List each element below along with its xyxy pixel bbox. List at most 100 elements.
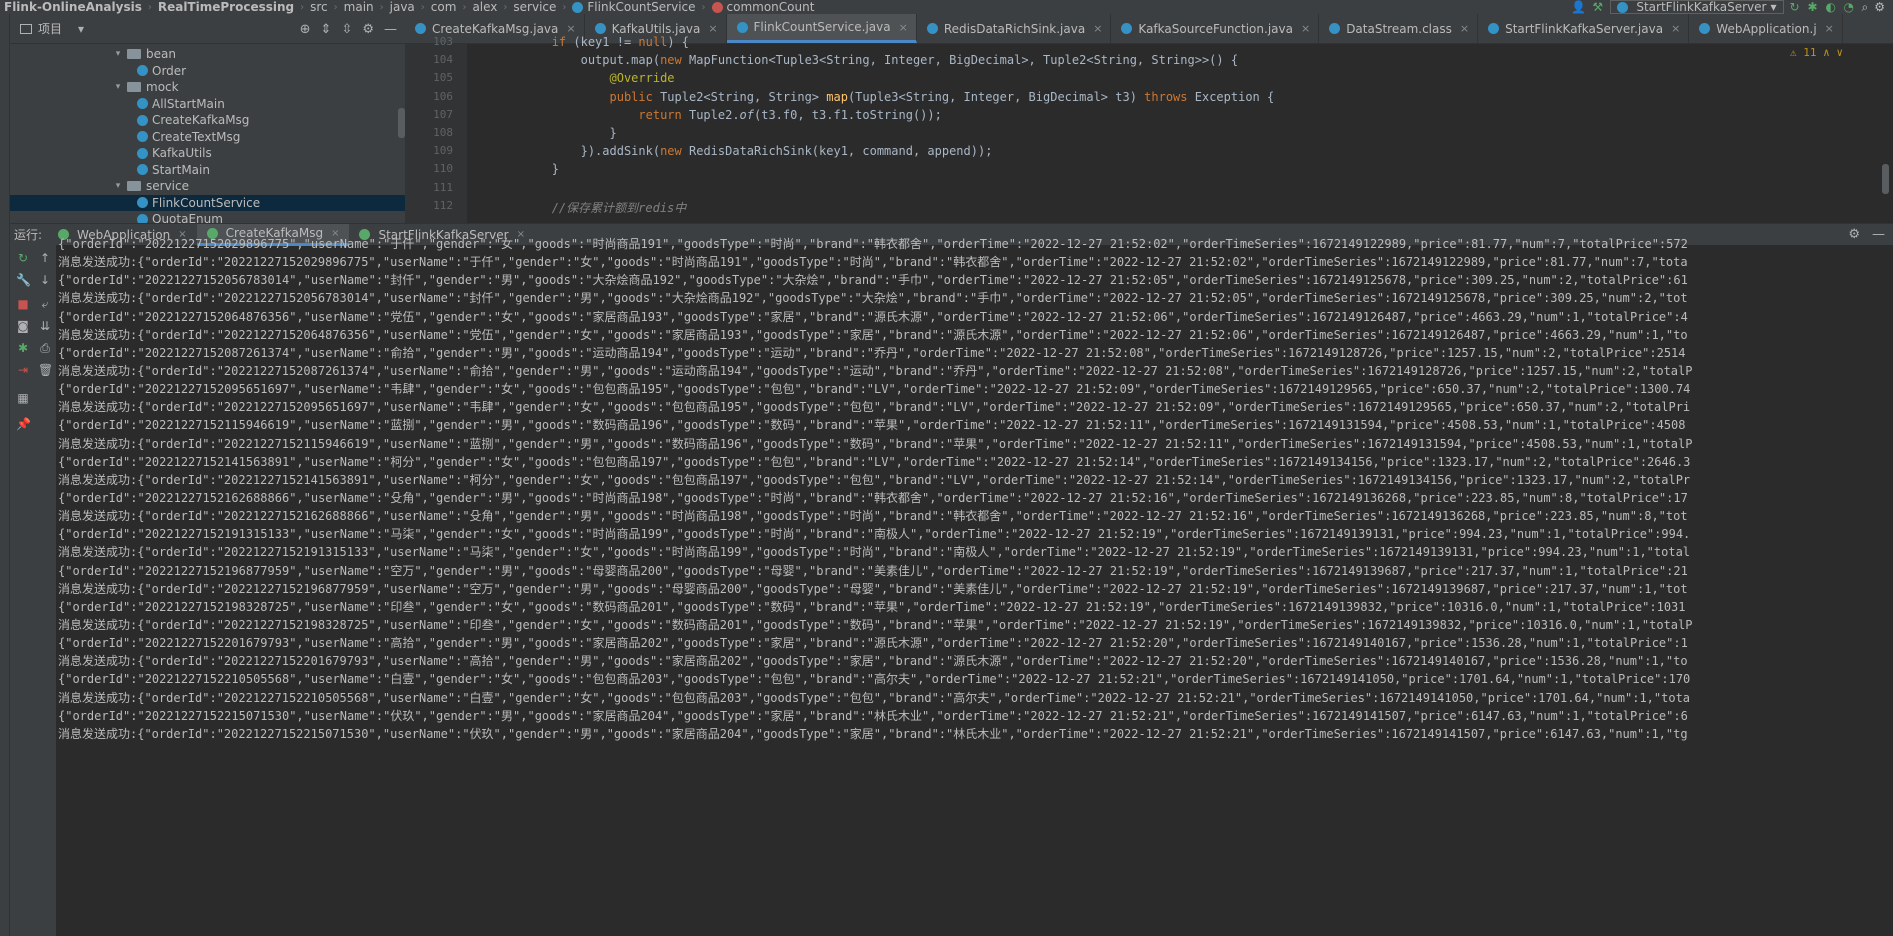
breadcrumb-service[interactable]: service xyxy=(509,0,560,14)
breadcrumb-class[interactable]: FlinkCountService xyxy=(568,0,699,14)
trash-icon[interactable]: 🗑 xyxy=(38,363,53,377)
exit-icon[interactable]: ⇥ xyxy=(16,363,30,377)
tree-item[interactable]: CreateKafkaMsg xyxy=(10,112,405,129)
rerun-icon[interactable]: ↻ xyxy=(16,251,30,265)
expand-all-icon[interactable]: ⇕ xyxy=(321,22,332,37)
breadcrumb-src[interactable]: src xyxy=(306,0,332,14)
close-icon[interactable]: × xyxy=(1460,22,1469,35)
editor-tab[interactable]: StartFlinkKafkaServer.java × xyxy=(1478,14,1690,43)
tree-item[interactable]: ▾ mock xyxy=(10,79,405,96)
dropdown-icon: ▾ xyxy=(1770,0,1777,14)
chevron-down-icon[interactable]: ▾ xyxy=(112,49,124,59)
breadcrumb-module[interactable]: RealTimeProcessing xyxy=(154,0,298,14)
code-area[interactable]: 103 104 105 106 107 108 109 110 111 112 if (key1 … xyxy=(405,35,1893,223)
rerun-icon[interactable]: ↻ xyxy=(1790,1,1802,13)
settings-icon[interactable]: ⚙ xyxy=(1874,0,1885,14)
tree-item[interactable]: AllStartMain xyxy=(10,96,405,113)
console-output[interactable]: {"orderId":"20221227152029896775","userN… xyxy=(56,235,1893,936)
tree-item[interactable]: QuotaEnum xyxy=(10,211,405,223)
code-line[interactable]: }).addSink(new RedisDataRichSink(key1, c… xyxy=(465,144,993,158)
hide-icon[interactable]: — xyxy=(384,22,397,37)
breadcrumb-method-label: commonCount xyxy=(726,0,815,14)
project-tree: ▾ bean Order ▾ mock AllStartMain CreateKafkaMs… xyxy=(10,44,405,223)
print-icon[interactable]: ⎙ xyxy=(38,341,52,355)
close-icon[interactable]: × xyxy=(708,22,717,35)
editor-tab[interactable]: FlinkCountService.java × xyxy=(726,14,917,43)
close-icon[interactable]: × xyxy=(899,21,908,34)
editor-tab[interactable]: DataStream.class × xyxy=(1319,14,1479,43)
tree-item[interactable]: KafkaUtils xyxy=(10,145,405,162)
editor-tab[interactable]: KafkaSourceFunction.java × xyxy=(1111,14,1320,43)
console-line: {"orderId":"20221227152056783014","userN… xyxy=(58,273,1688,288)
tree-item[interactable]: ▾ bean xyxy=(10,46,405,63)
breadcrumb-project[interactable]: Flink-OnlineAnalysis xyxy=(0,0,146,14)
class-icon xyxy=(572,1,584,13)
code-line[interactable]: @Override xyxy=(465,71,675,85)
user-icon[interactable]: 👤 xyxy=(1571,0,1586,14)
tree-item[interactable]: CreateTextMsg xyxy=(10,129,405,146)
class-icon xyxy=(415,23,426,34)
run-label: 运行: xyxy=(14,228,43,242)
code-line[interactable]: output.map(new MapFunction<Tuple3<String… xyxy=(465,53,1238,67)
chevron-down-icon[interactable]: ▾ xyxy=(112,181,124,191)
editor-tab-label: KafkaSourceFunction.java xyxy=(1138,21,1293,36)
code-line[interactable]: //保存累计额到redis中 xyxy=(465,199,687,216)
line-number: 106 xyxy=(433,89,453,103)
editor-scrollbar[interactable] xyxy=(1882,164,1889,194)
down-icon[interactable]: ↓ xyxy=(38,273,52,287)
breadcrumb-com[interactable]: com xyxy=(427,0,461,14)
code-line[interactable]: } xyxy=(465,162,559,176)
wrench-icon[interactable]: 🔧 xyxy=(16,273,31,287)
pin-icon[interactable]: 📌 xyxy=(16,417,31,431)
breadcrumb-alex[interactable]: alex xyxy=(468,0,501,14)
warning-indicator[interactable]: ⚠ 11 ∧ ∨ xyxy=(1790,46,1843,59)
toolbar-right: 👤 ⚒ StartFlinkKafkaServer ▾ ↻ ✱ ◐ ◔ ⌕ ⚙ xyxy=(1571,0,1893,14)
breadcrumb-java[interactable]: java xyxy=(386,0,419,14)
collapse-all-icon[interactable]: ⇳ xyxy=(341,22,352,37)
layout-icon[interactable]: ▦ xyxy=(16,391,30,405)
project-panel-title[interactable]: 项目 xyxy=(38,20,62,37)
stop-icon[interactable]: ■ xyxy=(16,297,30,311)
soft-wrap-icon[interactable]: ⤶ xyxy=(38,297,52,311)
build-hammer-icon[interactable]: ⚒ xyxy=(1592,1,1604,13)
editor-tab[interactable]: RedisDataRichSink.java × xyxy=(917,14,1112,43)
project-scrollbar[interactable] xyxy=(398,108,405,138)
chevron-down-icon[interactable]: ▾ xyxy=(112,82,124,92)
run-config-selector[interactable]: StartFlinkKafkaServer ▾ xyxy=(1610,0,1784,14)
debugger-icon[interactable]: ✱ xyxy=(16,341,30,355)
scroll-to-end-icon[interactable]: ⇊ xyxy=(38,319,52,333)
chevron-right-icon: › xyxy=(503,1,508,13)
target-icon[interactable]: ⊕ xyxy=(300,22,311,37)
close-icon[interactable]: × xyxy=(1093,22,1102,35)
tree-item[interactable]: StartMain xyxy=(10,162,405,179)
breadcrumb-main[interactable]: main xyxy=(340,0,378,14)
tree-item-label: service xyxy=(146,179,189,194)
close-icon[interactable]: × xyxy=(1671,22,1680,35)
tree-item[interactable]: FlinkCountService xyxy=(10,194,405,211)
tree-item-label: Order xyxy=(152,63,187,78)
tree-item[interactable]: ▾ service xyxy=(10,178,405,195)
line-number: 103 xyxy=(433,35,453,48)
class-icon xyxy=(137,197,148,209)
debug-icon[interactable]: ✱ xyxy=(1808,1,1820,13)
close-icon[interactable]: × xyxy=(1301,22,1310,35)
camera-icon[interactable]: ◙ xyxy=(16,319,30,333)
editor-tab-label: CreateKafkaMsg.java xyxy=(432,21,559,36)
close-icon[interactable]: × xyxy=(566,22,575,35)
console-line: 消息发送成功:{"orderId":"20221227152196877959"… xyxy=(58,581,1688,596)
profile-icon[interactable]: ◔ xyxy=(1844,1,1856,13)
gear-icon[interactable]: ⚙ xyxy=(362,22,374,37)
editor-tab[interactable]: WebApplication.j × xyxy=(1689,14,1843,43)
breadcrumb-method[interactable]: commonCount xyxy=(708,0,819,14)
chevron-down-icon[interactable]: ▾ xyxy=(78,22,84,36)
coverage-icon[interactable]: ◐ xyxy=(1826,1,1838,13)
code-line[interactable]: public Tuple2<String, String> map(Tuple3… xyxy=(465,90,1275,104)
tree-item[interactable]: Order xyxy=(10,63,405,80)
up-icon[interactable]: ↑ xyxy=(38,251,52,265)
warning-count: 11 xyxy=(1803,46,1817,59)
close-icon[interactable]: × xyxy=(1825,22,1834,35)
code-line[interactable]: return Tuple2.of(t3.f0, t3.f1.toString()… xyxy=(465,108,941,122)
code-line[interactable]: } xyxy=(465,126,616,140)
code-line[interactable]: if (key1 != null) { xyxy=(465,35,689,49)
search-icon[interactable]: ⌕ xyxy=(1862,0,1869,14)
